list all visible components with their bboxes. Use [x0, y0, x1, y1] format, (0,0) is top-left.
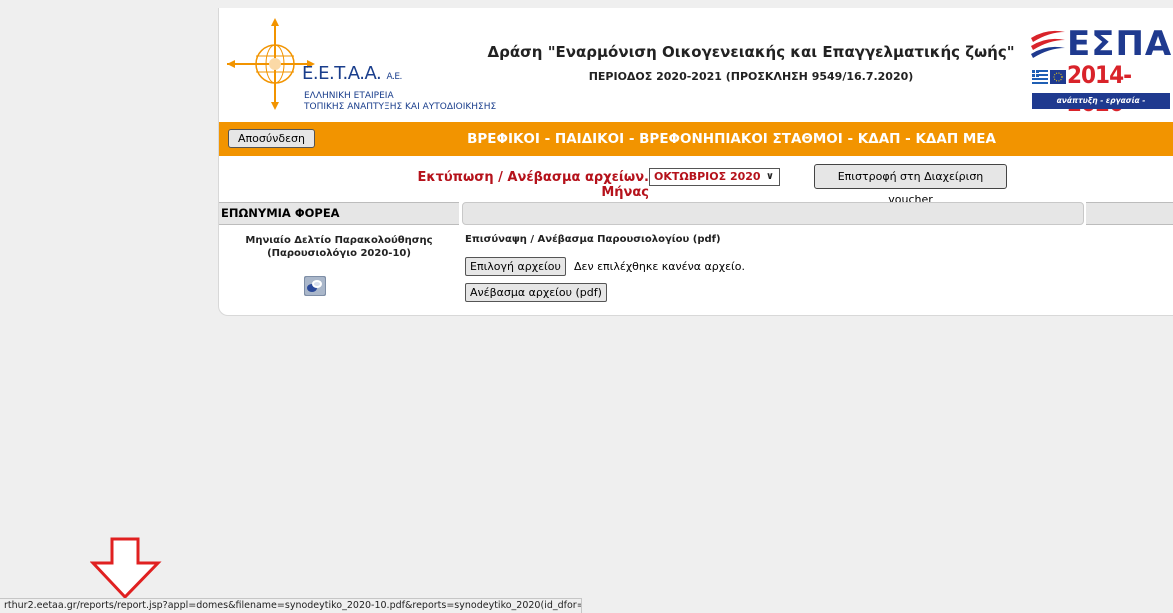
upload-pdf-button[interactable]: Ανέβασμα αρχείου (pdf) — [465, 283, 607, 302]
month-select-value: ΟΚΤΩΒΡΙΟΣ 2020 — [654, 170, 761, 183]
page: E.E.T.A.A. A.E. ΕΛΛΗΝΙΚΗ ΕΤΑΙΡΕΙΑ ΤΟΠΙΚΗ… — [0, 0, 1173, 613]
report-cell: Μηνιαίο Δελτίο Παρακολούθησης (Παρουσιολ… — [219, 234, 459, 260]
return-voucher-button[interactable]: Επιστροφή στη Διαχείριση voucher — [814, 164, 1007, 206]
print-upload-label: Εκτύπωση / Ανέβασμα αρχείων. Μήνας — [417, 170, 649, 200]
chevron-down-icon: ∨ — [765, 171, 774, 182]
page-subtitle: ΠΕΡΙΟΔΟΣ 2020-2021 (ΠΡΟΣΚΛΗΣΗ 9549/16.7.… — [588, 70, 914, 83]
month-controls: Εκτύπωση / Ανέβασμα αρχείων. Μήνας ΟΚΤΩΒ… — [219, 164, 1173, 206]
eetaa-logo: E.E.T.A.A. A.E. ΕΛΛΗΝΙΚΗ ΕΤΑΙΡΕΙΑ ΤΟΠΙΚΗ… — [227, 18, 527, 112]
logout-button[interactable]: Αποσύνδεση — [228, 129, 315, 148]
status-bar-url: rthur2.eetaa.gr/reports/report.jsp?appl=… — [0, 598, 582, 613]
header: E.E.T.A.A. A.E. ΕΛΛΗΝΙΚΗ ΕΤΑΙΡΕΙΑ ΤΟΠΙΚΗ… — [219, 8, 1173, 121]
flags-icon — [1032, 70, 1066, 84]
no-file-text: Δεν επιλέχθηκε κανένα αρχείο. — [573, 260, 746, 273]
logo-name: E.E.T.A.A. A.E. — [302, 63, 402, 84]
page-title: Δράση "Εναρμόνιση Οικογενειακής και Επαγ… — [487, 43, 1015, 61]
espa-word: ΕΣΠΑ — [1067, 24, 1173, 64]
report-title: Μηνιαίο Δελτίο Παρακολούθησης — [245, 235, 433, 246]
upload-label: Επισύναψη / Ανέβασμα Παρουσιολογίου (pdf… — [465, 234, 721, 245]
espa-tagline: ανάπτυξη - εργασία - αλληλεγγύη — [1032, 93, 1170, 121]
logo-subtitle-2: ΤΟΠΙΚΗΣ ΑΝΑΠΤΥΞΗΣ ΚΑΙ ΑΥΤΟΔΙΟΙΚΗΣΗΣ — [304, 102, 497, 112]
header-right-cell — [1086, 202, 1173, 225]
down-arrow-icon — [90, 537, 162, 600]
report-subtitle: (Παρουσιολόγιο 2020-10) — [267, 248, 411, 259]
file-picker: Επιλογή αρχείου Δεν επιλέχθηκε κανένα αρ… — [465, 256, 745, 276]
section-bar: ΒΡΕΦΙΚΟΙ - ΠΑΙΔΙΚΟΙ - ΒΡΕΦΟΝΗΠΙΑΚΟΙ ΣΤΑΘ… — [219, 122, 1173, 156]
print-report-icon[interactable] — [304, 276, 326, 296]
espa-swoosh-icon — [1031, 30, 1065, 58]
logo-subtitle-1: ΕΛΛΗΝΙΚΗ ΕΤΑΙΡΕΙΑ — [304, 91, 394, 101]
month-select[interactable]: ΟΚΤΩΒΡΙΟΣ 2020 ∨ — [649, 168, 780, 186]
choose-file-button[interactable]: Επιλογή αρχείου — [465, 257, 566, 276]
table-header: ΕΠΩΝΥΜΙΑ ΦΟΡΕΑ — [219, 202, 1173, 225]
header-middle-cell — [462, 202, 1084, 225]
section-title: ΒΡΕΦΙΚΟΙ - ΠΑΙΔΙΚΟΙ - ΒΡΕΦΟΝΗΠΙΑΚΟΙ ΣΤΑΘ… — [467, 131, 996, 147]
header-provider-name: ΕΠΩΝΥΜΙΑ ΦΟΡΕΑ — [219, 202, 459, 225]
upload-cell: Επισύναψη / Ανέβασμα Παρουσιολογίου (pdf… — [465, 234, 745, 302]
main-panel: E.E.T.A.A. A.E. ΕΛΛΗΝΙΚΗ ΕΤΑΙΡΕΙΑ ΤΟΠΙΚΗ… — [218, 8, 1173, 316]
espa-logo: ΕΣΠΑ 2014-2020 ανάπτυξη - εργασία - αλλη… — [1029, 24, 1173, 121]
